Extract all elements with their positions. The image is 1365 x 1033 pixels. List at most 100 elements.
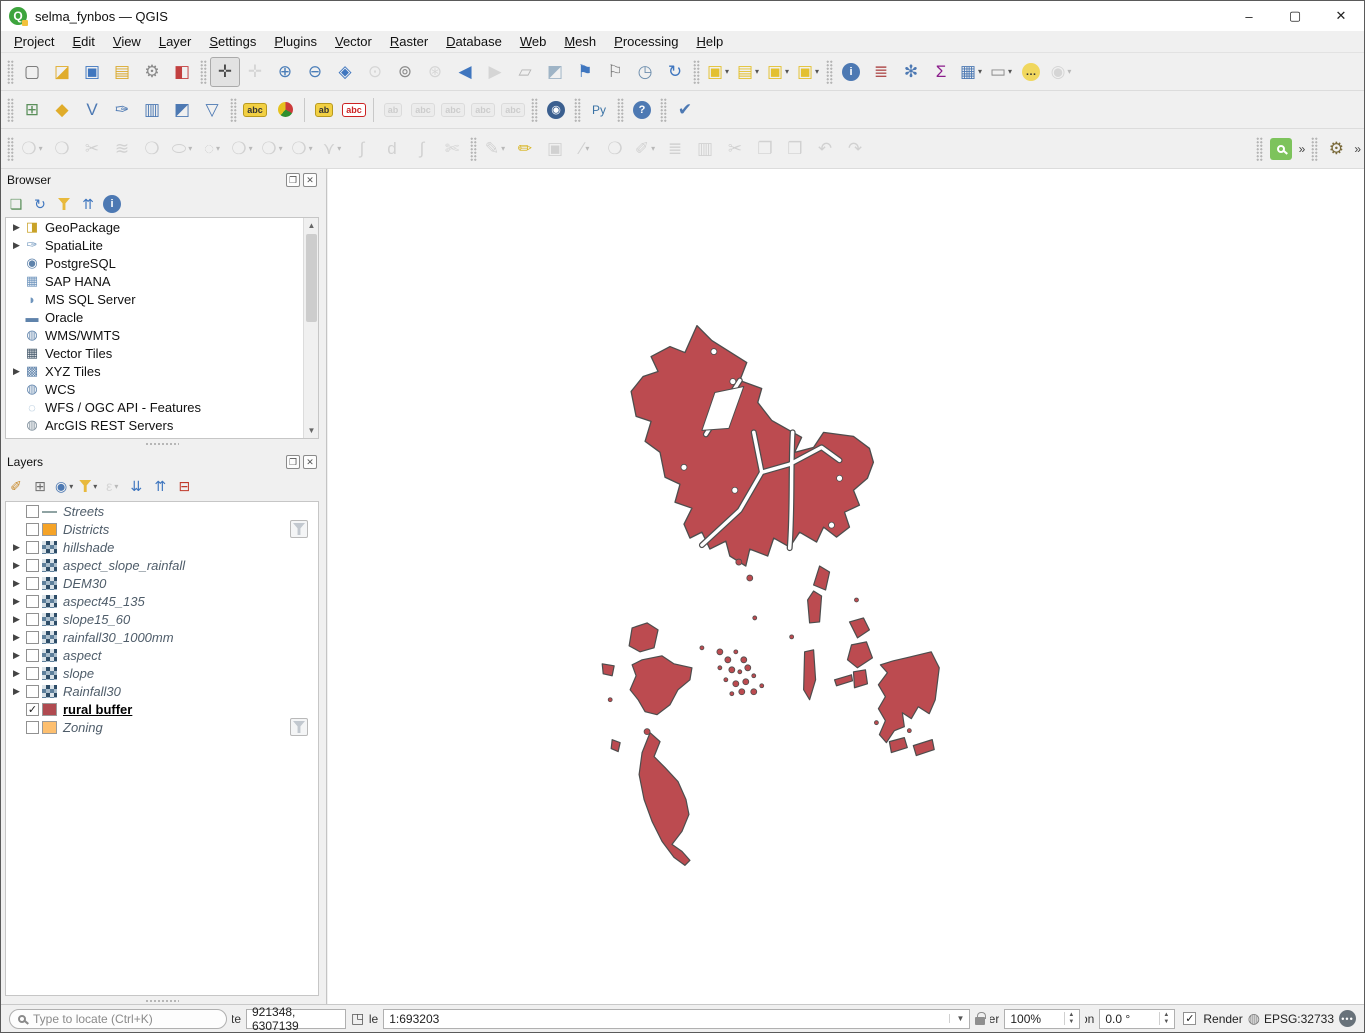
magnifier-up-icon[interactable]: ▲ bbox=[1068, 1012, 1074, 1019]
move-label-button[interactable]: abc bbox=[438, 95, 468, 125]
show-hide-labels-button[interactable]: ab bbox=[378, 95, 408, 125]
highlight-pinned-labels-button[interactable]: abc bbox=[339, 95, 369, 125]
delete-selected-button[interactable]: ▥ bbox=[690, 134, 720, 164]
layer-row-hillshade[interactable]: ▶hillshade bbox=[6, 538, 318, 556]
menu-layer[interactable]: Layer bbox=[150, 32, 201, 51]
manage-map-themes-dropdown-icon[interactable]: ▾ bbox=[69, 482, 73, 491]
select-features-dropdown-icon[interactable]: ▾ bbox=[725, 67, 729, 76]
zoom-in-button[interactable]: ⊕ bbox=[270, 57, 300, 87]
save-layer-edits-button[interactable]: ▣ bbox=[540, 134, 570, 164]
layer-visibility-checkbox[interactable] bbox=[26, 577, 39, 590]
remove-layer-button[interactable]: ⊟ bbox=[173, 475, 195, 497]
menu-raster[interactable]: Raster bbox=[381, 32, 437, 51]
render-checkbox[interactable]: ✓ bbox=[1183, 1012, 1196, 1025]
vertex-tool-all-layers-dropdown-icon[interactable]: ▾ bbox=[651, 144, 655, 153]
layer-visibility-checkbox[interactable] bbox=[26, 685, 39, 698]
deselect-features-button[interactable]: ▣▾ bbox=[763, 57, 793, 87]
layer-diagram-options-button[interactable] bbox=[270, 95, 300, 125]
magnifier-spinbox[interactable]: 100% ▲▼ bbox=[1004, 1009, 1080, 1029]
run-feature-action-dropdown-icon[interactable]: ▾ bbox=[1067, 67, 1071, 76]
rotate-label-button[interactable]: abc bbox=[468, 95, 498, 125]
add-part-button[interactable]: ❍ bbox=[47, 134, 77, 164]
layer-row-districts[interactable]: Districts bbox=[6, 520, 318, 538]
toolbar-drag-handle[interactable] bbox=[1256, 137, 1263, 161]
layer-visibility-checkbox[interactable]: ✓ bbox=[26, 703, 39, 716]
menu-view[interactable]: View bbox=[104, 32, 150, 51]
merge-features-button[interactable]: ≋ bbox=[107, 134, 137, 164]
browser-item-geopackage[interactable]: ▶◨GeoPackage bbox=[6, 218, 318, 236]
filter-legend-button[interactable]: ▾ bbox=[77, 475, 99, 497]
layer-visibility-checkbox[interactable] bbox=[26, 631, 39, 644]
zoom-native-resolution-button[interactable]: ⊛ bbox=[420, 57, 450, 87]
messages-icon[interactable]: ••• bbox=[1339, 1010, 1356, 1027]
browser-item-postgresql[interactable]: ◉PostgreSQL bbox=[6, 254, 318, 272]
browser-item-spatialite[interactable]: ▶✑SpatiaLite bbox=[6, 236, 318, 254]
zoom-next-button[interactable]: ▶ bbox=[480, 57, 510, 87]
menu-project[interactable]: Project bbox=[5, 32, 63, 51]
filter-by-expression-dropdown-icon[interactable]: ▾ bbox=[114, 482, 118, 491]
layers-close-icon[interactable]: ✕ bbox=[303, 455, 317, 469]
zoom-out-button[interactable]: ⊖ bbox=[300, 57, 330, 87]
collapse-all-button[interactable]: ⇈ bbox=[149, 475, 171, 497]
open-field-calculator-button[interactable]: ≣ bbox=[866, 57, 896, 87]
add-ring-dropdown-icon[interactable]: ▾ bbox=[188, 144, 192, 153]
filter-by-expression-button[interactable]: ε▾ bbox=[101, 475, 123, 497]
style-manager-button[interactable]: ◧ bbox=[167, 57, 197, 87]
new-map-view-button[interactable]: ▱ bbox=[510, 57, 540, 87]
select-features-by-value-dropdown-icon[interactable]: ▾ bbox=[755, 67, 759, 76]
menu-vector[interactable]: Vector bbox=[326, 32, 381, 51]
measure-line-dropdown-icon[interactable]: ▾ bbox=[1008, 67, 1012, 76]
properties-widget-button[interactable]: i bbox=[101, 193, 123, 215]
toolbar-drag-handle[interactable] bbox=[826, 60, 833, 84]
new-print-layout-button[interactable]: ▤ bbox=[107, 57, 137, 87]
fill-ring-button[interactable]: ◌▾ bbox=[197, 134, 227, 164]
new-virtual-layer-button[interactable]: ▽ bbox=[197, 95, 227, 125]
layer-visibility-checkbox[interactable] bbox=[26, 667, 39, 680]
toggle-editing-button[interactable]: ✏ bbox=[510, 134, 540, 164]
layer-visibility-checkbox[interactable] bbox=[26, 721, 39, 734]
layer-visibility-checkbox[interactable] bbox=[26, 595, 39, 608]
toolbar-drag-handle[interactable] bbox=[693, 60, 700, 84]
panel-splitter[interactable] bbox=[1, 441, 323, 447]
menu-settings[interactable]: Settings bbox=[200, 32, 265, 51]
show-layout-manager-button[interactable]: ⚙ bbox=[137, 57, 167, 87]
layers-float-icon[interactable]: ❐ bbox=[286, 455, 300, 469]
undo-button[interactable]: ↶ bbox=[810, 134, 840, 164]
dock-resize-splitter[interactable] bbox=[323, 169, 327, 1004]
toolbar-drag-handle[interactable] bbox=[7, 137, 14, 161]
show-bookmarks-button[interactable]: ⚐ bbox=[600, 57, 630, 87]
toolbar-drag-handle[interactable] bbox=[1311, 137, 1318, 161]
add-selected-layers-button[interactable]: ❏ bbox=[5, 193, 27, 215]
menu-database[interactable]: Database bbox=[437, 32, 511, 51]
open-attribute-table-dropdown-icon[interactable]: ▾ bbox=[978, 67, 982, 76]
layer-row-rural-buffer[interactable]: ✓rural buffer bbox=[6, 700, 318, 718]
zoom-to-layer-button[interactable]: ⊚ bbox=[390, 57, 420, 87]
smooth-features-button[interactable]: ∫ bbox=[347, 134, 377, 164]
toolbar-drag-handle[interactable] bbox=[7, 60, 14, 84]
open-project-button[interactable]: ◪ bbox=[47, 57, 77, 87]
new-project-button[interactable]: ▢ bbox=[17, 57, 47, 87]
copy-features-button[interactable]: ❐ bbox=[750, 134, 780, 164]
current-edits-button[interactable]: ✎▾ bbox=[480, 134, 510, 164]
toolbar-overflow-icon[interactable]: » bbox=[1296, 142, 1309, 156]
new-3d-map-view-button[interactable]: ◩ bbox=[540, 57, 570, 87]
move-features-button[interactable]: ❍▾ bbox=[17, 134, 47, 164]
browser-item-wms-wmts[interactable]: ◍WMS/WMTS bbox=[6, 326, 318, 344]
expand-icon[interactable]: ▶ bbox=[10, 578, 23, 589]
fill-ring-dropdown-icon[interactable]: ▾ bbox=[216, 144, 220, 153]
locator-search-input[interactable]: Type to locate (Ctrl+K) bbox=[9, 1009, 227, 1029]
scale-dropdown-icon[interactable]: ▼ bbox=[949, 1014, 964, 1023]
menu-edit[interactable]: Edit bbox=[63, 32, 103, 51]
map-tips-button[interactable]: … bbox=[1016, 57, 1046, 87]
rotation-up-icon[interactable]: ▲ bbox=[1163, 1012, 1169, 1019]
modify-attributes-button[interactable]: ≣ bbox=[660, 134, 690, 164]
toolbar-drag-handle[interactable] bbox=[470, 137, 477, 161]
new-spatial-bookmark-button[interactable]: ⚑ bbox=[570, 57, 600, 87]
menu-mesh[interactable]: Mesh bbox=[555, 32, 605, 51]
expand-icon[interactable]: ▶ bbox=[10, 596, 23, 607]
rotate-features-dropdown-icon[interactable]: ▾ bbox=[309, 144, 313, 153]
pin-unpin-labels-button[interactable]: ab bbox=[309, 95, 339, 125]
digitize-with-segment-button[interactable]: ∕▾ bbox=[570, 134, 600, 164]
plugin-toolbox-button[interactable]: ⚙ bbox=[1321, 134, 1351, 164]
toolbar-drag-handle[interactable] bbox=[7, 98, 14, 122]
